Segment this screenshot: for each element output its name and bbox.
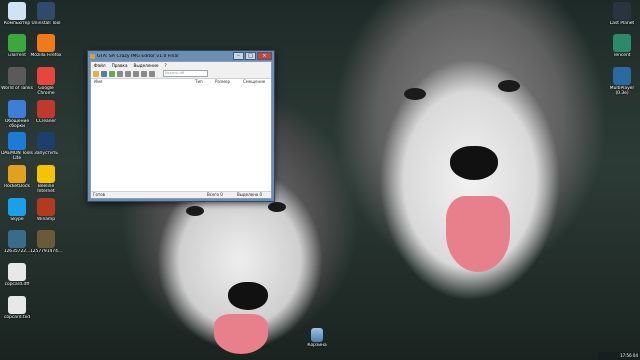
desktop-icon-right-1[interactable]: Tencent (605, 34, 639, 58)
desktop-icon-left-9[interactable]: Запустить (29, 132, 63, 156)
desktop-icon-left-label: CCleaner (35, 119, 57, 124)
menu-bar: Файл Правка Выделение ? (91, 62, 271, 69)
save-icon[interactable] (101, 70, 107, 77)
puppy-right-tongue (446, 196, 510, 272)
chrome-icon (37, 67, 55, 85)
ccleaner-icon (37, 100, 55, 118)
file-list[interactable] (91, 85, 271, 192)
image-file-icon (37, 230, 55, 248)
puppy-right-eye-left (404, 88, 426, 100)
status-total: Всего 0 (207, 192, 223, 197)
desktop-icon-left-label: Mozilla Firefox (30, 53, 62, 58)
utorrent-icon (8, 34, 26, 52)
launch-icon (37, 132, 55, 150)
daemon-tools-icon (8, 132, 26, 150)
recycle-bin-label: Корзина (307, 343, 327, 348)
desktop-icon-left-16[interactable]: copcard.dff (0, 263, 34, 287)
desktop-icon-left-label: Google Chrome (37, 86, 55, 96)
desktop-icon-left-label: Запустить (34, 151, 58, 156)
desktop-icon-left-7[interactable]: CCleaner (29, 100, 63, 124)
desktop-icon-right-label: MultiPlayer (0.3e) (609, 86, 635, 96)
desktop-icon-left-17[interactable]: copcard.txd (0, 296, 34, 320)
replace-icon[interactable] (133, 70, 139, 77)
refresh-icon[interactable] (109, 70, 115, 77)
desktop-icon-right-0[interactable]: Last Planet (605, 2, 639, 26)
desktop-icon-right-label: Last Planet (609, 21, 635, 26)
close-button[interactable]: × (257, 52, 272, 60)
desktop-icon-recycle-bin[interactable]: Корзина (300, 328, 334, 348)
search-input[interactable]: Искать.dff (163, 70, 208, 77)
desktop-icon-left-1[interactable]: Uninstall Tool (29, 2, 63, 26)
delete-icon[interactable] (141, 70, 147, 77)
desktop-icon-left-15[interactable]: 1257791474... (29, 230, 63, 254)
tray-clock[interactable]: 17:56 04 (620, 353, 638, 358)
puppy-left-nose (228, 282, 268, 310)
maximize-button[interactable]: □ (245, 52, 256, 60)
open-icon[interactable] (93, 70, 99, 77)
app-icon (90, 53, 95, 59)
menu-edit[interactable]: Правка (109, 62, 131, 69)
app-window[interactable]: GTA: SA Crazy IMG Editor v1.0 Final – □ … (87, 50, 275, 202)
tencent-icon (613, 34, 631, 52)
beeline-icon (37, 165, 55, 183)
status-ready: Готов (93, 192, 106, 197)
desktop-icon-left-label: Beeline Internet (37, 184, 55, 194)
puppy-right-nose (450, 146, 498, 180)
puppy-left-tongue (214, 314, 268, 354)
desktop-icon-left-3[interactable]: Mozilla Firefox (29, 34, 63, 58)
desktop-icon-left-label: 1257791474... (29, 249, 63, 254)
desktop-icon-left-13[interactable]: Winamp (29, 198, 63, 222)
status-bar: Готов Всего 0 Выделено 0 (91, 191, 271, 198)
image-file-icon (8, 230, 26, 248)
puppy-left-eye-right (268, 202, 286, 212)
extract-icon[interactable] (125, 70, 131, 77)
menu-file[interactable]: Файл (91, 62, 109, 69)
desktop-icon-left-label: copcard.txd (3, 315, 30, 320)
document-icon (8, 296, 26, 314)
rocketdock-icon (8, 165, 26, 183)
desktop-icon-left-5[interactable]: Google Chrome (29, 67, 63, 96)
uninstall-tool-icon (37, 2, 55, 20)
lastplanet-icon (613, 2, 631, 20)
status-selected: Выделено 0 (237, 192, 263, 197)
firefox-icon (37, 34, 55, 52)
winamp-icon (37, 198, 55, 216)
desktop-icon-right-2[interactable]: MultiPlayer (0.3e) (605, 67, 639, 96)
recycle-bin-icon (311, 328, 323, 342)
desktop-icon-right-label: Tencent (613, 53, 631, 58)
rebuild-icon[interactable] (149, 70, 155, 77)
add-icon[interactable] (117, 70, 123, 77)
multiplayer-icon (613, 67, 631, 85)
minimize-button[interactable]: – (233, 52, 244, 60)
system-tray[interactable]: 17:56 04 (598, 352, 640, 360)
window-titlebar[interactable]: GTA: SA Crazy IMG Editor v1.0 Final – □ … (88, 51, 274, 61)
folder-icon (8, 100, 26, 118)
world-of-tanks-icon (8, 67, 26, 85)
window-client-area: Файл Правка Выделение ? Искать.dff Имя Т… (90, 61, 272, 199)
puppy-left-eye-left (186, 206, 204, 216)
menu-help[interactable]: ? (161, 62, 169, 69)
skype-icon (8, 198, 26, 216)
puppy-right-eye-right (498, 80, 520, 92)
desktop-icon-left-label: Winamp (36, 217, 55, 222)
desktop-icon-left-11[interactable]: Beeline Internet (29, 165, 63, 194)
window-title: GTA: SA Crazy IMG Editor v1.0 Final (97, 53, 179, 59)
desktop-icon-left-label: copcard.dff (4, 282, 30, 287)
toolbar: Искать.dff (91, 69, 271, 79)
document-icon (8, 263, 26, 281)
computer-icon (8, 2, 26, 20)
menu-selection[interactable]: Выделение (131, 62, 162, 69)
desktop-icon-left-label: Uninstall Tool (31, 21, 61, 26)
